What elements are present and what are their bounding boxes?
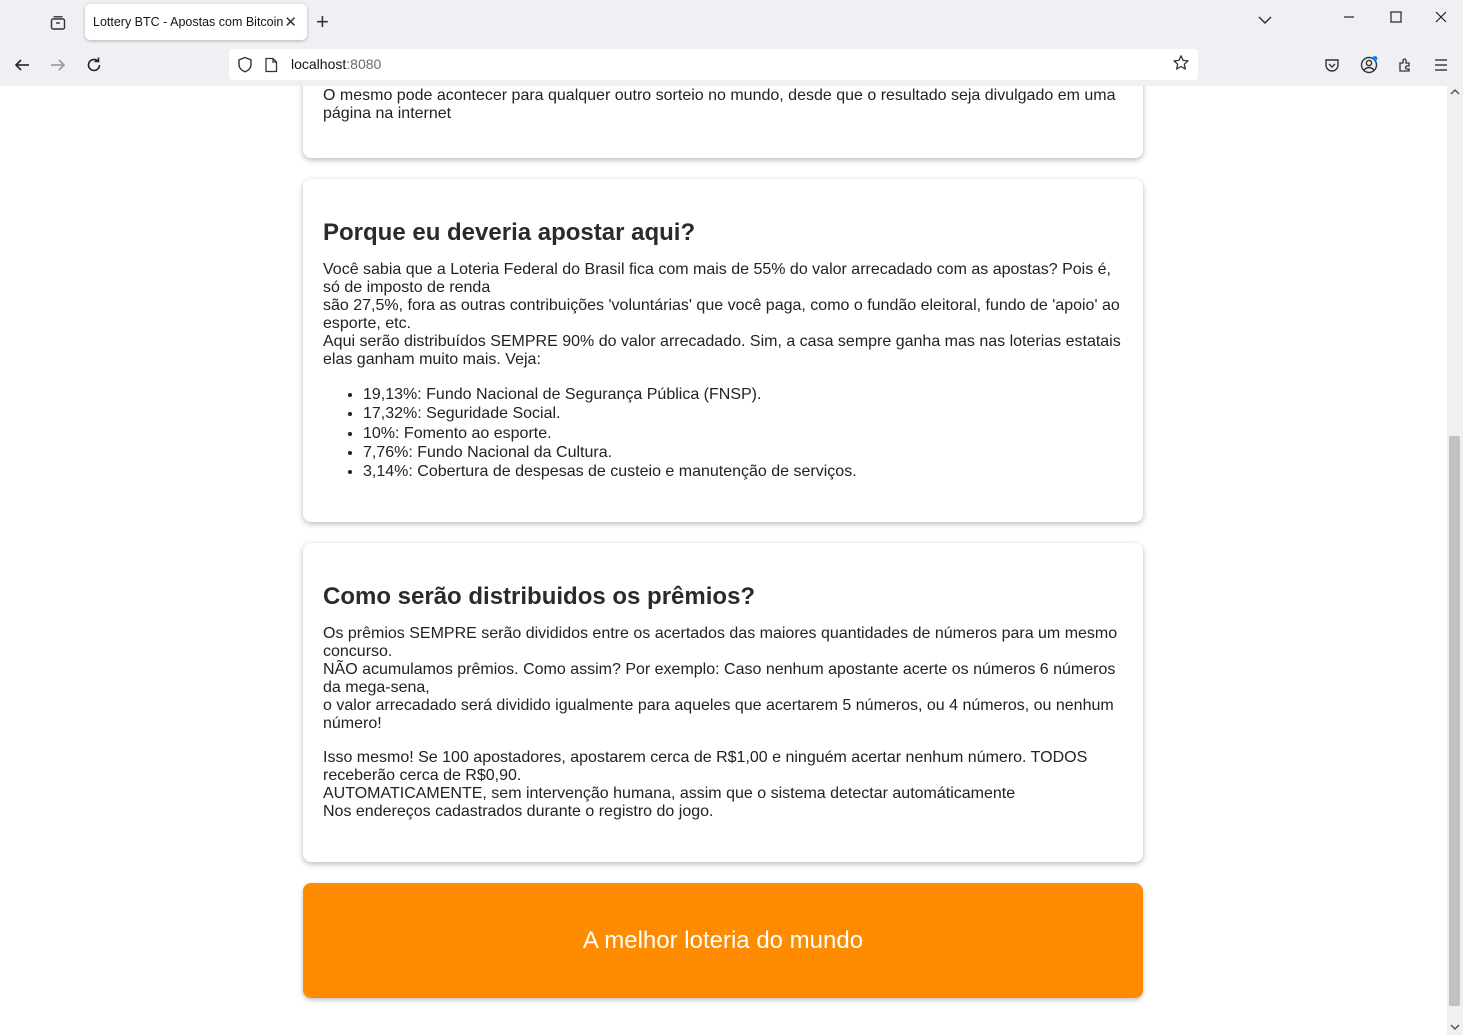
menu-icon[interactable] [1431,55,1451,75]
text-line: número! [323,715,382,732]
active-tab[interactable]: Lottery BTC - Apostas com Bitcoin ✕ [85,4,307,40]
url-port: :8080 [346,56,382,72]
list-item: 7,76%: Fundo Nacional da Cultura. [363,443,1125,462]
text-line: o valor arrecadado será dividido igualme… [323,697,1114,714]
page-info-icon[interactable] [264,57,278,78]
scroll-up-arrow-icon[interactable] [1450,88,1460,98]
scroll-down-arrow-icon[interactable] [1450,1023,1460,1033]
text-line: Os prêmios SEMPRE serão divididos entre … [323,625,1118,642]
text-line: elas ganham muito mais. Veja: [323,351,541,368]
text-line: página na internet [323,105,452,122]
bookmark-star-icon[interactable] [1172,54,1190,77]
forward-icon[interactable] [46,53,70,77]
text-line: são 27,5%, fora as outras contribuições … [323,297,1120,314]
reload-icon[interactable] [82,53,106,77]
tracking-protection-icon[interactable] [237,56,253,78]
text-line: AUTOMATICAMENTE, sem intervenção humana,… [323,785,1016,802]
text-line: esporte, etc. [323,315,412,332]
text-line: Aqui serão distribuídos SEMPRE 90% do va… [323,333,1121,350]
minimize-icon[interactable] [1342,10,1356,29]
tab-overview-icon[interactable] [45,10,71,36]
url-bar[interactable]: localhost:8080 [229,49,1198,80]
back-icon[interactable] [10,53,34,77]
new-tab-icon[interactable]: + [316,10,329,34]
card-paragraph: Você sabia que a Loteria Federal do Bras… [323,261,1125,369]
info-card-why-bet-here: Porque eu deveria apostar aqui? Você sab… [303,179,1143,522]
card-paragraph: Os prêmios SEMPRE serão divididos entre … [323,625,1125,733]
text-line: Nos endereços cadastrados durante o regi… [323,803,714,820]
section-title: Porque eu deveria apostar aqui? [323,219,696,246]
scrollbar-thumb[interactable] [1449,436,1460,1006]
page-viewport: O mesmo pode acontecer para qualquer out… [0,86,1447,1035]
account-icon[interactable] [1359,55,1379,75]
card-paragraph: O mesmo pode acontecer para qualquer out… [323,87,1125,123]
list-item: 19,13%: Fundo Nacional de Segurança Públ… [363,385,1125,404]
pocket-icon[interactable] [1322,55,1342,75]
url-text[interactable]: localhost:8080 [291,56,381,72]
list-item: 10%: Fomento ao esporte. [363,424,1125,443]
text-line: Você sabia que a Loteria Federal do Bras… [323,261,1111,278]
list-item: 3,14%: Cobertura de despesas de custeio … [363,462,1125,481]
tab-strip: Lottery BTC - Apostas com Bitcoin ✕ + [0,0,1463,45]
text-line: receberão cerca de R$0,90. [323,767,522,784]
footer-banner: A melhor loteria do mundo [303,883,1143,998]
section-title: Como serão distribuidos os prêmios? [323,583,756,610]
card-paragraph: Isso mesmo! Se 100 apostadores, apostare… [323,749,1125,821]
info-card-prize-distribution: Como serão distribuidos os prêmios? Os p… [303,543,1143,862]
text-line: concurso. [323,643,393,660]
footer-text: A melhor loteria do mundo [582,926,864,954]
close-window-icon[interactable] [1434,10,1448,29]
navigation-toolbar: localhost:8080 [0,45,1463,85]
text-line: Isso mesmo! Se 100 apostadores, apostare… [323,749,1088,766]
url-host: localhost [291,56,347,72]
maximize-icon[interactable] [1389,10,1403,29]
text-line: O mesmo pode acontecer para qualquer out… [323,87,1116,104]
vertical-scrollbar[interactable] [1447,86,1463,1035]
close-tab-icon[interactable]: ✕ [284,13,297,31]
extensions-icon[interactable] [1395,55,1415,75]
tab-title: Lottery BTC - Apostas com Bitcoin [93,15,284,29]
text-line: só de imposto de renda [323,279,491,296]
text-line: da mega-sena, [323,679,430,696]
list-item: 17,32%: Seguridade Social. [363,404,1125,423]
text-line: NÃO acumulamos prêmios. Como assim? Por … [323,661,1116,678]
info-card-sorteio: O mesmo pode acontecer para qualquer out… [303,86,1143,158]
tax-distribution-list: 19,13%: Fundo Nacional de Segurança Públ… [323,385,1125,481]
list-all-tabs-icon[interactable] [1258,12,1272,29]
browser-chrome: Lottery BTC - Apostas com Bitcoin ✕ + lo… [0,0,1463,87]
